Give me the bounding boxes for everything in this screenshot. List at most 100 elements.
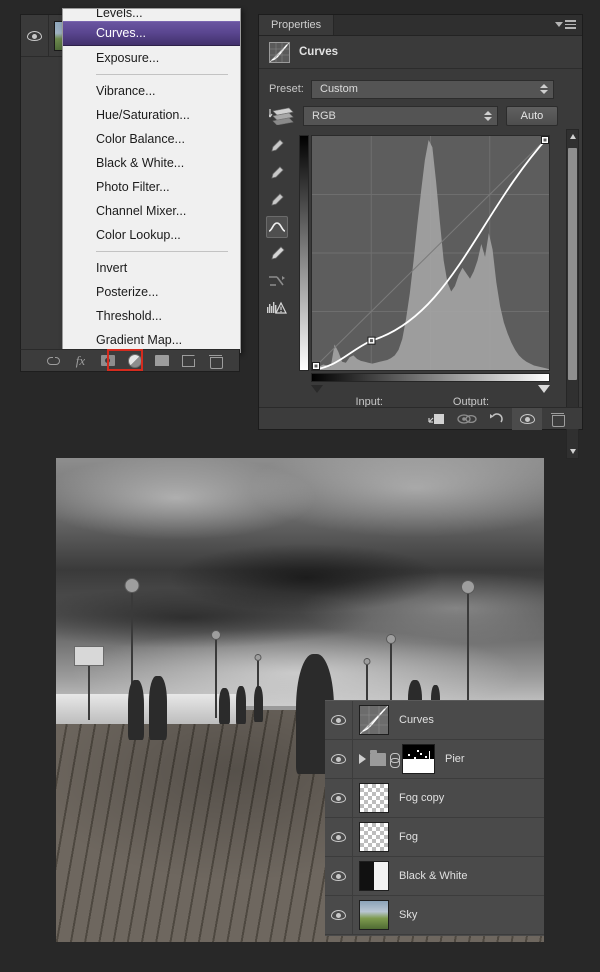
properties-panel[interactable]: Properties Curves Preset: Custom RGB Aut… — [258, 14, 583, 459]
preset-label: Preset: — [269, 83, 304, 95]
menu-item-exposure[interactable]: Exposure... — [63, 46, 240, 70]
layer-style-button[interactable]: fx — [67, 349, 94, 372]
eye-icon — [27, 30, 42, 41]
curves-svg[interactable] — [312, 136, 549, 370]
layer-name: Sky — [399, 909, 418, 921]
channel-row: RGB Auto — [267, 105, 582, 127]
auto-label: Auto — [520, 110, 544, 122]
clip-to-layer-button[interactable] — [422, 408, 452, 430]
histogram-warning-icon[interactable] — [266, 297, 288, 319]
channel-value: RGB — [312, 110, 336, 122]
folder-icon — [370, 749, 386, 766]
person — [149, 676, 167, 740]
menu-item-curves[interactable]: Curves... — [63, 21, 240, 46]
menu-item-color-balance[interactable]: Color Balance... — [63, 127, 240, 151]
black-point-eyedropper-icon[interactable] — [266, 162, 288, 184]
table-row[interactable]: Curves — [325, 700, 544, 740]
adjustment-layer-menu[interactable]: Levels... Curves... Exposure... Vibrance… — [62, 8, 241, 353]
scrollbar-thumb[interactable] — [568, 148, 577, 380]
preset-select[interactable]: Custom — [311, 79, 554, 99]
new-layer-button[interactable] — [175, 349, 202, 372]
menu-item-posterize[interactable]: Posterize... — [63, 280, 240, 304]
menu-item-vibrance[interactable]: Vibrance... — [63, 79, 240, 103]
new-adjustment-layer-button[interactable] — [121, 349, 148, 372]
layer-visibility-toggle[interactable] — [325, 817, 353, 857]
delete-adjustment-button[interactable] — [542, 408, 572, 430]
eye-icon — [519, 413, 535, 424]
gray-point-eyedropper-icon[interactable] — [266, 189, 288, 211]
chevron-down-icon — [555, 21, 563, 27]
channel-select[interactable]: RGB — [303, 106, 498, 126]
delete-layer-button[interactable] — [202, 349, 229, 372]
table-row[interactable]: Black & White — [325, 856, 544, 896]
layer-thumbnails — [353, 744, 435, 774]
delete-layer-icon — [209, 354, 223, 369]
layer-thumbnails — [353, 783, 389, 813]
stepper-icon[interactable] — [540, 84, 548, 94]
pier-sign — [74, 646, 104, 666]
toggle-previous-state-button[interactable] — [452, 408, 482, 430]
panel-menu-icon[interactable] — [555, 20, 576, 29]
link-icon — [47, 356, 60, 365]
layer-visibility-toggle[interactable] — [21, 14, 49, 57]
menu-item-black-and-white[interactable]: Black & White... — [63, 151, 240, 175]
curve-point-tool-icon[interactable] — [266, 216, 288, 238]
tab-properties[interactable]: Properties — [259, 15, 335, 35]
menu-item-invert[interactable]: Invert — [63, 256, 240, 280]
layer-visibility-toggle[interactable] — [325, 739, 353, 779]
layer-name: Fog copy — [399, 792, 445, 804]
expand-group-arrow-icon[interactable] — [359, 754, 366, 764]
person — [254, 686, 263, 722]
menu-item-photo-filter[interactable]: Photo Filter... — [63, 175, 240, 199]
layer-visibility-toggle[interactable] — [325, 700, 353, 740]
layer-visibility-toggle[interactable] — [325, 778, 353, 818]
layer-visibility-toggle[interactable] — [325, 895, 353, 935]
layer-name: Fog — [399, 831, 418, 843]
table-row[interactable]: Fog — [325, 817, 544, 857]
toggle-visibility-button[interactable] — [512, 407, 542, 430]
reset-button[interactable] — [482, 408, 512, 430]
properties-footer-toolbar[interactable] — [259, 407, 582, 430]
black-point-slider[interactable] — [311, 385, 323, 393]
curves-grid[interactable] — [311, 135, 550, 371]
table-row[interactable]: Pier — [325, 739, 544, 779]
panel-tab-bar[interactable]: Properties — [259, 15, 582, 36]
eye-icon — [331, 754, 346, 764]
curves-adjustment-thumbnail — [359, 705, 389, 735]
sign-post — [88, 666, 90, 720]
hamburger-icon — [565, 20, 576, 29]
layer-visibility-toggle[interactable] — [325, 856, 353, 896]
group-mask-thumbnail[interactable] — [402, 744, 435, 774]
add-layer-mask-button[interactable] — [94, 349, 121, 372]
curves-tool-column[interactable] — [266, 135, 288, 319]
lamp-post — [456, 580, 480, 718]
new-group-button[interactable] — [148, 349, 175, 372]
menu-separator — [96, 74, 228, 75]
scroll-up-arrow-icon[interactable] — [570, 134, 576, 139]
auto-button[interactable]: Auto — [506, 106, 558, 126]
white-point-slider[interactable] — [538, 385, 550, 393]
menu-item-color-lookup[interactable]: Color Lookup... — [63, 223, 240, 247]
input-gradient-bar — [311, 373, 550, 382]
table-row[interactable]: Sky — [325, 895, 544, 935]
pencil-draw-curve-icon[interactable] — [266, 243, 288, 265]
layers-panel[interactable]: Curves Pier Fog copy Fog Black & White S… — [325, 700, 544, 936]
scroll-down-arrow-icon[interactable] — [570, 449, 576, 454]
table-row[interactable]: Fog copy — [325, 778, 544, 818]
menu-item-hue-saturation[interactable]: Hue/Saturation... — [63, 103, 240, 127]
link-layers-button[interactable] — [40, 349, 67, 372]
smooth-curve-icon[interactable] — [266, 270, 288, 292]
layers-panel-toolbar[interactable]: fx — [20, 349, 240, 372]
link-mask-icon[interactable] — [390, 752, 400, 768]
menu-item-levels[interactable]: Levels... — [63, 9, 240, 21]
stepper-icon[interactable] — [484, 111, 492, 121]
menu-item-channel-mixer[interactable]: Channel Mixer... — [63, 199, 240, 223]
page-title: Curves — [299, 46, 338, 58]
new-group-icon — [154, 355, 169, 366]
sample-in-image-eyedropper-icon[interactable] — [266, 135, 288, 157]
eye-icon — [331, 793, 346, 803]
fx-icon: fx — [75, 352, 86, 368]
menu-item-threshold[interactable]: Threshold... — [63, 304, 240, 328]
output-gradient-bar — [299, 135, 309, 371]
layer-name: Black & White — [399, 870, 468, 882]
